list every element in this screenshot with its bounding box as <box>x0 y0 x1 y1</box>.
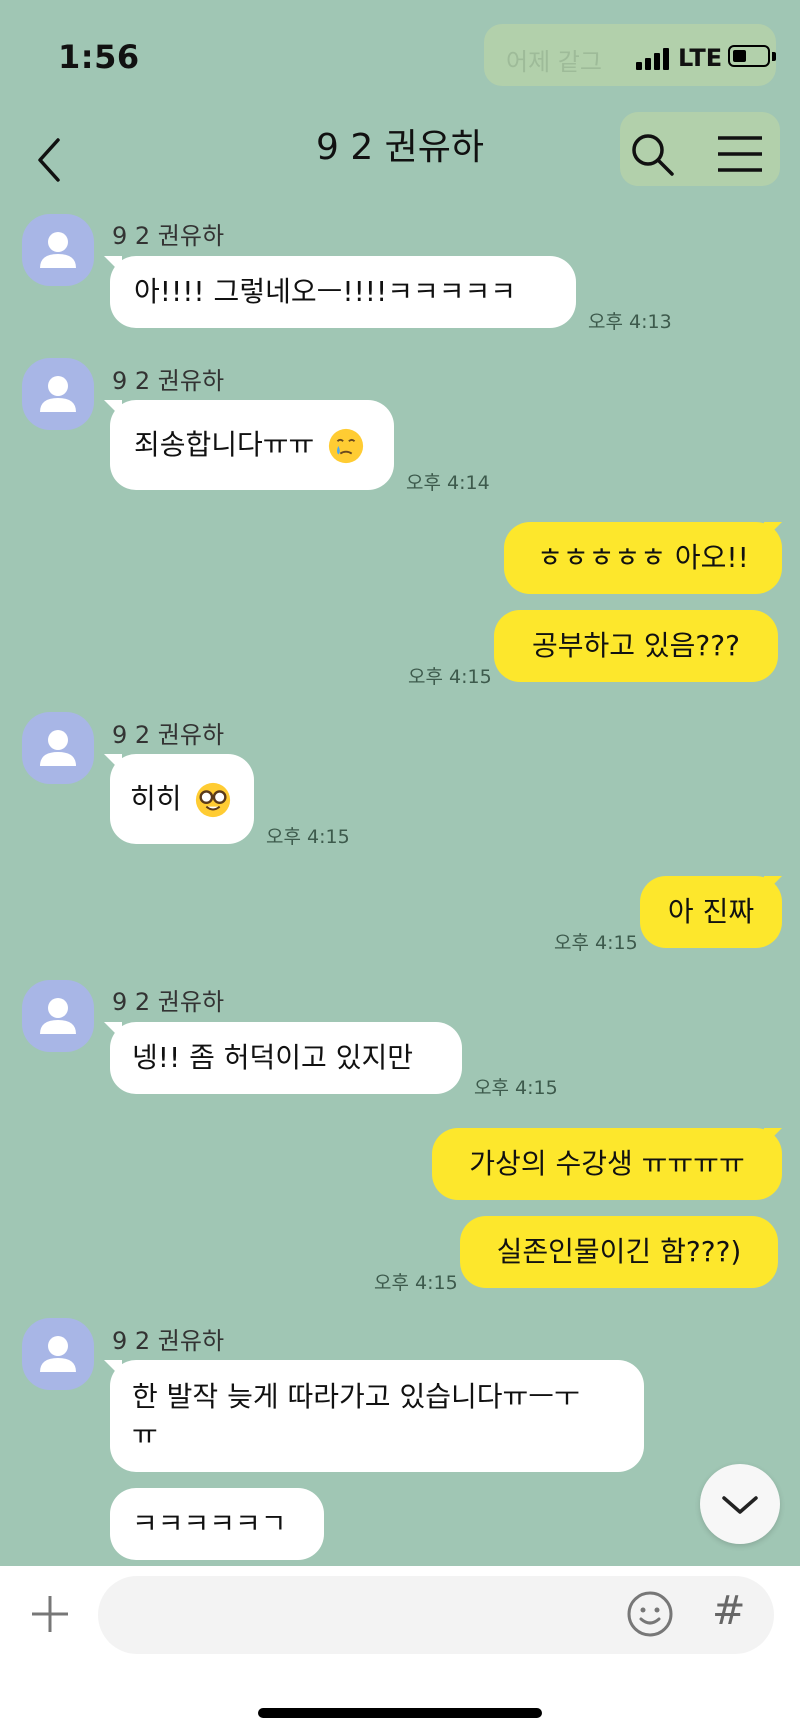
signal-strength-icon <box>636 46 672 70</box>
search-icon[interactable] <box>628 130 678 180</box>
message-input-bar: # <box>0 1566 800 1732</box>
message-text: ㅋㅋㅋㅋㅋㄱ <box>132 1507 287 1540</box>
scroll-to-bottom-button[interactable] <box>700 1464 780 1544</box>
chevron-down-icon <box>722 1496 758 1514</box>
message-bubble[interactable]: 아!!!! 그렇네오ㅡ!!!!ㅋㅋㅋㅋㅋ <box>110 256 576 328</box>
background-ghost-text: 어제 같그 <box>506 48 602 76</box>
network-label: LTE <box>678 44 723 72</box>
avatar[interactable] <box>22 358 94 430</box>
message-text: 넹!! 좀 허덕이고 있지만 <box>132 1041 413 1074</box>
hamburger-menu-icon[interactable] <box>716 132 764 176</box>
person-silhouette-icon <box>40 998 76 1034</box>
message-bubble[interactable]: 공부하고 있음??? <box>494 610 778 682</box>
message-text: 죄송합니다ㅠㅠ <box>134 428 315 461</box>
avatar[interactable] <box>22 712 94 784</box>
message-timestamp: 오후 4:15 <box>374 1272 458 1294</box>
message-timestamp: 오후 4:15 <box>408 666 492 688</box>
plus-icon[interactable] <box>30 1594 70 1634</box>
battery-tip <box>772 52 776 61</box>
avatar[interactable] <box>22 214 94 286</box>
message-bubble[interactable]: 넹!! 좀 허덕이고 있지만 <box>110 1022 462 1094</box>
crying-face-emoji <box>329 428 364 464</box>
sender-name: 9 2 권유하 <box>112 721 225 749</box>
sender-name: 9 2 권유하 <box>112 1327 225 1355</box>
message-timestamp: 오후 4:13 <box>588 311 672 333</box>
person-silhouette-icon <box>40 232 76 268</box>
status-bar: 어제 같그 1:56 LTE <box>0 0 800 110</box>
status-time: 1:56 <box>58 38 140 76</box>
message-bubble[interactable]: 한 발작 늦게 따라가고 있습니다ㅠㅡㅜ ㅠ <box>110 1360 644 1472</box>
chat-header: 9 2 권유하 <box>0 110 800 200</box>
message-bubble[interactable]: 히히 <box>110 754 254 844</box>
message-text: 아 진짜 <box>667 895 755 928</box>
message-timestamp: 오후 4:15 <box>266 826 350 848</box>
sender-name: 9 2 권유하 <box>112 367 225 395</box>
message-bubble[interactable]: ㅋㅋㅋㅋㅋㄱ <box>110 1488 324 1560</box>
message-text: 공부하고 있음??? <box>531 629 741 662</box>
nerd-face-emoji <box>196 782 231 818</box>
person-silhouette-icon <box>40 1336 76 1372</box>
message-timestamp: 오후 4:15 <box>474 1077 558 1099</box>
message-text: ㅎㅎㅎㅎㅎ 아오!! <box>537 541 749 574</box>
message-text: 히히 <box>130 782 182 815</box>
message-bubble[interactable]: 아 진짜 <box>640 876 782 948</box>
message-bubble[interactable]: ㅎㅎㅎㅎㅎ 아오!! <box>504 522 782 594</box>
message-bubble[interactable]: 실존인물이긴 함???) <box>460 1216 778 1288</box>
message-text: 아!!!! 그렇네오ㅡ!!!!ㅋㅋㅋㅋㅋ <box>134 275 517 308</box>
hashtag-icon[interactable]: # <box>712 1588 746 1634</box>
message-timestamp: 오후 4:14 <box>406 472 490 494</box>
sender-name: 9 2 권유하 <box>112 222 225 250</box>
home-indicator <box>258 1708 542 1718</box>
message-text: 실존인물이긴 함???) <box>496 1235 742 1268</box>
person-silhouette-icon <box>40 730 76 766</box>
battery-icon <box>728 45 770 67</box>
message-text: 한 발작 늦게 따라가고 있습니다ㅠㅡㅜ ㅠ <box>132 1380 580 1451</box>
message-timestamp: 오후 4:15 <box>554 932 638 954</box>
sender-name: 9 2 권유하 <box>112 988 225 1016</box>
message-bubble[interactable]: 가상의 수강생 ㅠㅠㅠㅠ <box>432 1128 782 1200</box>
avatar[interactable] <box>22 1318 94 1390</box>
emoji-icon[interactable] <box>626 1590 674 1638</box>
chat-title: 9 2 권유하 <box>315 127 485 168</box>
message-text: 가상의 수강생 ㅠㅠㅠㅠ <box>469 1147 745 1180</box>
message-bubble[interactable]: 죄송합니다ㅠㅠ <box>110 400 394 490</box>
person-silhouette-icon <box>40 376 76 412</box>
avatar[interactable] <box>22 980 94 1052</box>
